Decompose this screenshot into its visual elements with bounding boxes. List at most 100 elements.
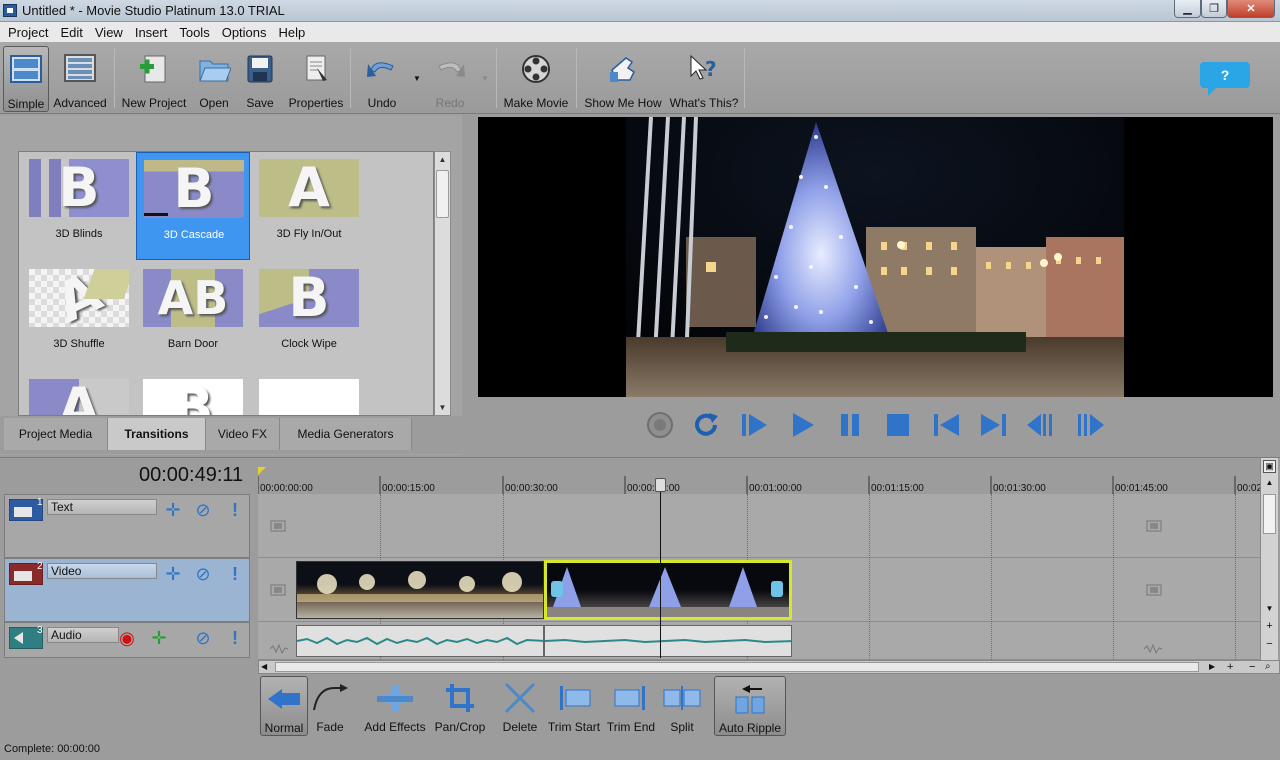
make-movie-button[interactable]: Make Movie — [502, 46, 570, 112]
solo-track-button[interactable]: ! — [223, 499, 247, 521]
scroll-right-icon[interactable]: ▶ — [1209, 661, 1215, 673]
scroll-up-icon[interactable]: ▲ — [435, 152, 450, 167]
menu-help[interactable]: Help — [273, 25, 312, 40]
stop-button[interactable] — [878, 405, 918, 445]
playhead-handle[interactable] — [655, 478, 666, 492]
pan-crop-button[interactable]: Pan/Crop — [434, 676, 486, 736]
zoom-in-icon[interactable]: + — [1263, 620, 1276, 633]
audio-clip-2[interactable] — [544, 625, 792, 657]
scroll-down-icon[interactable]: ▼ — [435, 400, 450, 415]
video-clip-2-selected[interactable] — [544, 560, 792, 620]
magnifier-icon[interactable]: ⌕ — [1265, 661, 1271, 673]
simple-button[interactable]: Simple — [3, 46, 49, 112]
transition-clock-wipe[interactable]: B Clock Wipe — [252, 262, 366, 370]
redo-button[interactable]: Redo — [430, 46, 470, 112]
mute-track-button[interactable]: ⊘ — [191, 563, 215, 585]
track-name-field[interactable]: Text — [47, 499, 157, 515]
zoom-out-icon[interactable]: − — [1263, 638, 1276, 651]
scroll-thumb[interactable] — [436, 170, 449, 218]
previous-frame-button[interactable] — [1022, 405, 1062, 445]
arm-record-button[interactable]: ◉ — [115, 627, 139, 649]
record-button[interactable] — [640, 405, 680, 445]
mute-track-button[interactable]: ⊘ — [191, 627, 215, 649]
transition-item[interactable]: B — [136, 372, 250, 415]
tab-transitions[interactable]: Transitions — [108, 418, 206, 450]
marker-icon[interactable]: ▣ — [1263, 460, 1276, 473]
whats-this-button[interactable]: ? What's This? — [670, 46, 738, 112]
normal-edit-button[interactable]: Normal — [260, 676, 308, 736]
add-effects-button[interactable]: Add Effects — [364, 676, 426, 736]
tab-video-fx[interactable]: Video FX — [206, 418, 280, 450]
menu-tools[interactable]: Tools — [173, 25, 215, 40]
menu-project[interactable]: Project — [2, 25, 54, 40]
undo-dropdown-button[interactable]: ▼ — [410, 46, 424, 112]
split-button[interactable]: Split — [662, 676, 702, 736]
menu-edit[interactable]: Edit — [54, 25, 88, 40]
track-motion-button[interactable]: ✛ — [161, 499, 185, 521]
transitions-scrollbar[interactable]: ▲ ▼ — [434, 151, 451, 416]
transition-item[interactable]: A — [22, 372, 136, 415]
timeline-tracks[interactable] — [258, 494, 1260, 660]
menu-options[interactable]: Options — [216, 25, 273, 40]
next-frame-button[interactable] — [1070, 405, 1110, 445]
scroll-up-icon[interactable]: ▲ — [1263, 478, 1276, 490]
advanced-button[interactable]: Advanced — [52, 46, 108, 112]
video-preview[interactable] — [478, 117, 1273, 397]
transition-3d-fly-in-out[interactable]: A 3D Fly In/Out — [252, 152, 366, 260]
scroll-thumb[interactable] — [275, 662, 1199, 672]
track-header-audio[interactable]: 3 Audio ◉ ✛ ⊘ ! — [4, 622, 250, 658]
track-name-field[interactable]: Audio — [47, 627, 119, 643]
close-button[interactable]: ✕ — [1227, 0, 1275, 18]
mute-track-button[interactable]: ⊘ — [191, 499, 215, 521]
video-clip-1[interactable] — [296, 561, 544, 619]
properties-button[interactable]: Properties — [288, 46, 344, 112]
maximize-button[interactable]: ❐ — [1201, 0, 1227, 18]
menu-insert[interactable]: Insert — [129, 25, 174, 40]
go-to-end-button[interactable] — [974, 405, 1014, 445]
transition-3d-cascade[interactable]: B 3D Cascade — [136, 152, 250, 260]
new-project-button[interactable]: New Project — [122, 46, 186, 112]
track-header-text[interactable]: 1 Text ✛ ⊘ ! — [4, 494, 250, 558]
timeline-vertical-scrollbar[interactable]: ▣ ▲ ▼ + − — [1260, 458, 1278, 660]
transition-item[interactable] — [252, 372, 366, 415]
track-header-video[interactable]: 2 Video ✛ ⊘ ! — [4, 558, 250, 622]
undo-button[interactable]: Undo — [362, 46, 402, 112]
track-motion-button[interactable]: ✛ — [161, 563, 185, 585]
play-button[interactable] — [782, 405, 822, 445]
pause-button[interactable] — [830, 405, 870, 445]
transition-barn-door[interactable]: AB Barn Door — [136, 262, 250, 370]
tab-project-media[interactable]: Project Media — [4, 418, 108, 450]
transition-3d-blinds[interactable]: B 3D Blinds — [22, 152, 136, 260]
redo-dropdown-button[interactable]: ▼ — [478, 46, 492, 112]
minimize-button[interactable]: ▁ — [1174, 0, 1201, 18]
solo-track-button[interactable]: ! — [223, 627, 247, 649]
track-name-field[interactable]: Video — [47, 563, 157, 579]
scroll-down-icon[interactable]: ▼ — [1263, 604, 1276, 616]
transition-3d-shuffle[interactable]: A 3D Shuffle — [22, 262, 136, 370]
text-track-lane[interactable] — [258, 494, 1260, 558]
play-from-start-button[interactable] — [734, 405, 774, 445]
open-button[interactable]: Open — [196, 46, 232, 112]
delete-button[interactable]: Delete — [498, 676, 542, 736]
fade-button[interactable]: Fade — [310, 676, 350, 736]
solo-track-button[interactable]: ! — [223, 563, 247, 585]
scroll-left-icon[interactable]: ◀ — [261, 661, 267, 673]
save-button[interactable]: Save — [242, 46, 278, 112]
timeline-horizontal-scrollbar[interactable]: ◀ ▶ + − ⌕ — [258, 660, 1280, 674]
zoom-in-icon[interactable]: + — [1227, 661, 1233, 673]
audio-fx-button[interactable]: ✛ — [147, 627, 171, 649]
tab-media-generators[interactable]: Media Generators — [280, 418, 412, 450]
playhead-cursor[interactable] — [660, 478, 661, 658]
zoom-out-icon[interactable]: − — [1249, 661, 1255, 673]
scroll-thumb[interactable] — [1263, 494, 1276, 534]
trim-start-button[interactable]: Trim Start — [548, 676, 600, 736]
help-bubble-button[interactable]: ? — [1200, 62, 1250, 96]
show-me-how-button[interactable]: Show Me How — [584, 46, 662, 112]
auto-ripple-button[interactable]: Auto Ripple — [714, 676, 786, 736]
timeline-ruler[interactable]: 00:00:00:00 00:00:15:00 00:00:30:00 00:0… — [258, 464, 1262, 494]
menu-view[interactable]: View — [89, 25, 129, 40]
loop-playback-button[interactable] — [686, 405, 726, 445]
go-to-start-button[interactable] — [926, 405, 966, 445]
trim-end-button[interactable]: Trim End — [606, 676, 656, 736]
audio-clip-1[interactable] — [296, 625, 544, 657]
